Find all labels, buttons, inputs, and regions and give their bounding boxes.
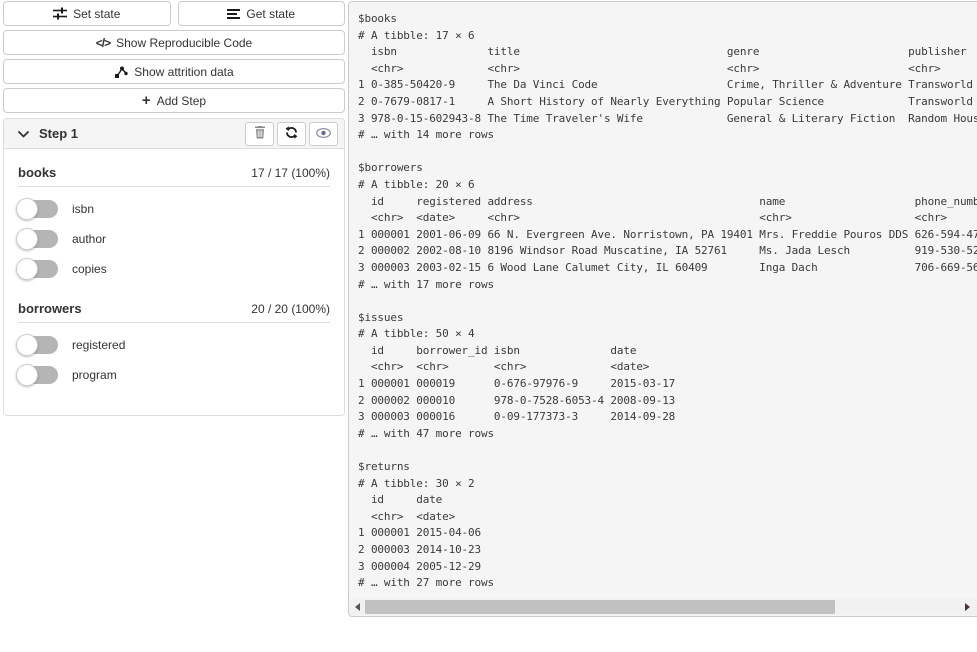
show-code-label: Show Reproducible Code — [116, 36, 252, 50]
delete-step-button[interactable] — [245, 122, 274, 146]
get-state-label: Get state — [246, 7, 295, 21]
show-attrition-data-button[interactable]: Show attrition data — [3, 59, 345, 84]
toggle-label: isbn — [72, 202, 94, 216]
toggle-row: copies — [18, 259, 330, 279]
chevron-down-icon — [18, 125, 29, 143]
state-button-row: Set state Get state — [3, 1, 345, 26]
toggle-row: program — [18, 365, 330, 385]
toggle-label: program — [72, 368, 117, 382]
dataset-section-books: books 17 / 17 (100%) isbn author copies — [18, 165, 330, 279]
set-state-label: Set state — [73, 7, 120, 21]
step-title: Step 1 — [39, 126, 242, 141]
toggle-label: author — [72, 232, 106, 246]
toggle-label: copies — [72, 262, 107, 276]
toggle-switch-registered[interactable] — [18, 336, 58, 354]
control-sidebar: Set state Get state </> Show Reproducibl… — [3, 1, 345, 416]
toggle-switch-isbn[interactable] — [18, 200, 58, 218]
section-header: books 17 / 17 (100%) — [18, 165, 330, 187]
toggle-label: registered — [72, 338, 125, 352]
menu-icon — [227, 8, 240, 20]
step-card: Step 1 — [3, 118, 345, 416]
section-row-count: 17 / 17 (100%) — [251, 166, 330, 180]
scroll-left-button[interactable] — [350, 599, 365, 615]
code-icon: </> — [96, 36, 110, 50]
plus-icon: + — [142, 93, 151, 108]
refresh-icon — [285, 126, 298, 142]
dataset-section-borrowers: borrowers 20 / 20 (100%) registered program — [18, 301, 330, 385]
get-state-button[interactable]: Get state — [178, 1, 346, 26]
step-body: books 17 / 17 (100%) isbn author copies borro… — [4, 149, 344, 415]
show-attrition-label: Show attrition data — [134, 65, 233, 79]
console-text: $books # A tibble: 17 × 6 isbn title gen… — [349, 2, 977, 599]
add-step-button[interactable]: + Add Step — [3, 88, 345, 113]
sliders-icon — [53, 7, 67, 20]
preview-step-button[interactable] — [309, 122, 338, 146]
toggle-switch-author[interactable] — [18, 230, 58, 248]
eye-icon — [316, 126, 331, 141]
add-step-label: Add Step — [157, 94, 206, 108]
action-button-stack: </> Show Reproducible Code Show attritio… — [3, 30, 345, 113]
scrollbar-thumb[interactable] — [365, 600, 835, 614]
toggle-knob — [16, 364, 38, 386]
toggle-knob — [16, 258, 38, 280]
toggle-knob — [16, 228, 38, 250]
section-title: borrowers — [18, 301, 82, 316]
toggle-row: registered — [18, 335, 330, 355]
toggle-knob — [16, 198, 38, 220]
section-header: borrowers 20 / 20 (100%) — [18, 301, 330, 323]
scroll-right-button[interactable] — [960, 599, 975, 615]
toggle-knob — [16, 334, 38, 356]
trash-icon — [254, 126, 266, 142]
section-title: books — [18, 165, 56, 180]
console-panel[interactable]: $books # A tibble: 17 × 6 isbn title gen… — [348, 1, 977, 617]
show-reproducible-code-button[interactable]: </> Show Reproducible Code — [3, 30, 345, 55]
toggle-switch-copies[interactable] — [18, 260, 58, 278]
step-card-header[interactable]: Step 1 — [4, 119, 344, 149]
app-window: Set state Get state </> Show Reproducibl… — [0, 0, 977, 652]
toggle-row: author — [18, 229, 330, 249]
network-icon — [114, 65, 128, 79]
toggle-switch-program[interactable] — [18, 366, 58, 384]
refresh-step-button[interactable] — [277, 122, 306, 146]
set-state-button[interactable]: Set state — [3, 1, 171, 26]
toggle-row: isbn — [18, 199, 330, 219]
section-row-count: 20 / 20 (100%) — [251, 302, 330, 316]
horizontal-scrollbar[interactable] — [350, 599, 977, 615]
